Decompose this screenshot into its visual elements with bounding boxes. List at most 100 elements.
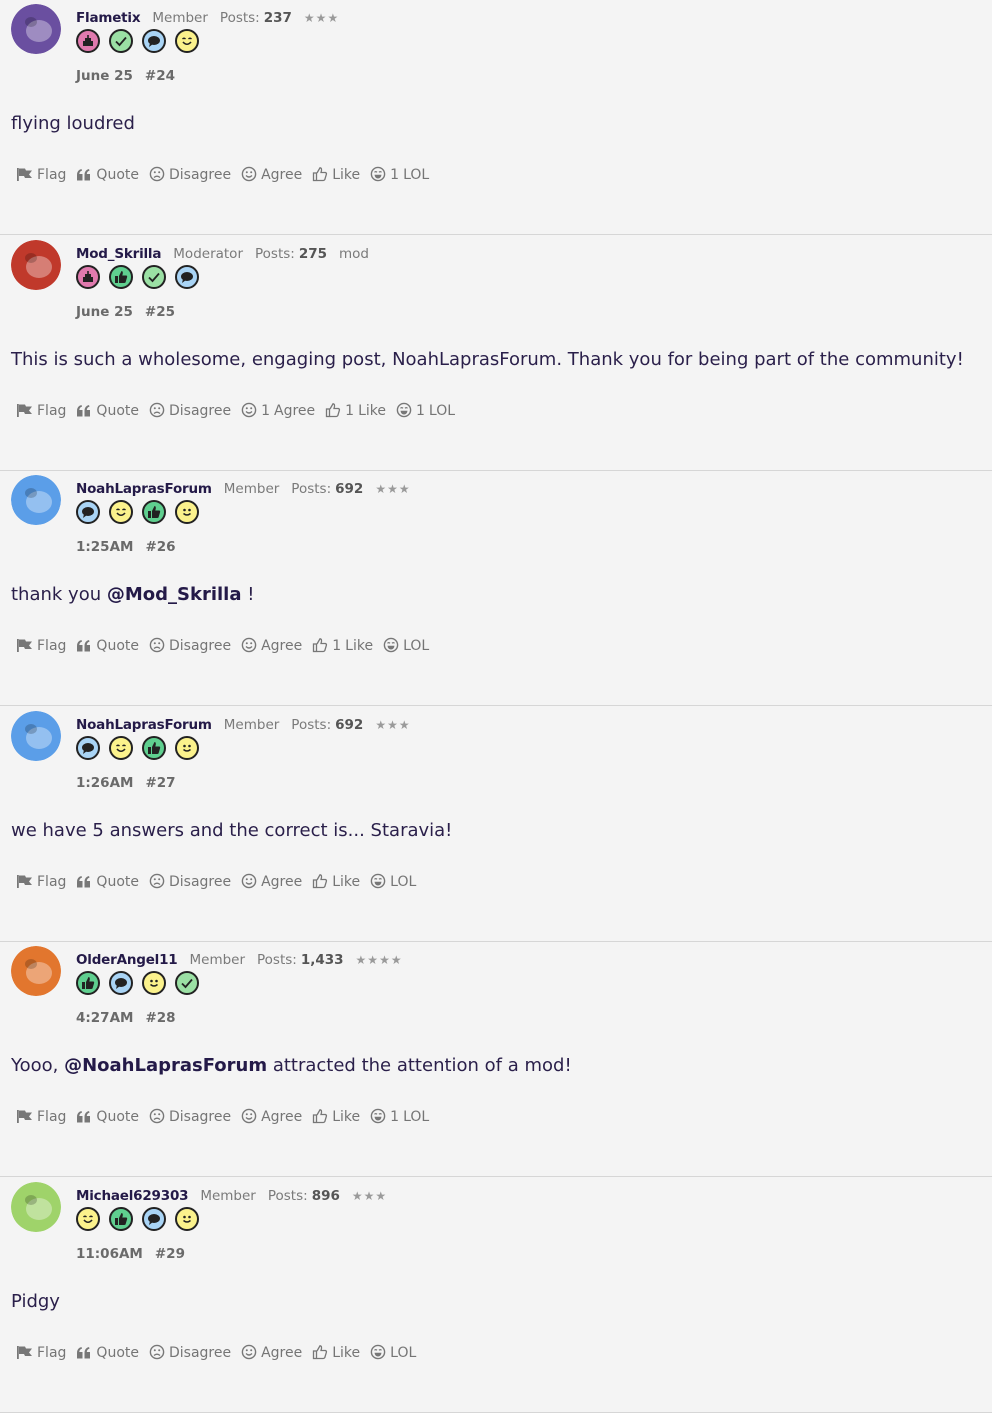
username-link[interactable]: NoahLaprasForum xyxy=(76,717,212,733)
user-role: Member xyxy=(223,481,280,497)
cake-badge-icon[interactable] xyxy=(76,265,100,289)
flag-button[interactable]: Flag xyxy=(16,403,66,422)
user-mention-link[interactable]: @NoahLaprasForum xyxy=(64,1055,267,1076)
smile-badge-icon[interactable] xyxy=(175,736,199,760)
username-link[interactable]: NoahLaprasForum xyxy=(76,481,212,497)
flag-icon xyxy=(16,874,33,893)
agree-button[interactable]: Agree xyxy=(241,1108,302,1128)
wink-badge-icon[interactable] xyxy=(175,29,199,53)
chat-badge-icon[interactable] xyxy=(76,500,100,524)
chat-badge-icon[interactable] xyxy=(109,971,133,995)
disagree-button[interactable]: Disagree xyxy=(149,402,231,422)
smile-badge-icon[interactable] xyxy=(142,971,166,995)
lol-button[interactable]: LOL xyxy=(383,637,429,657)
post-date[interactable]: 1:26AM xyxy=(76,775,133,791)
smile-badge-icon[interactable] xyxy=(175,1207,199,1231)
user-avatar[interactable] xyxy=(11,946,61,996)
post-number[interactable]: #24 xyxy=(145,68,175,84)
post-text: Pidgy xyxy=(11,1291,60,1312)
post-count: Posts: 896 xyxy=(268,1188,340,1204)
user-mention-link[interactable]: @Mod_Skrilla xyxy=(107,584,242,605)
disagree-button[interactable]: Disagree xyxy=(149,1344,231,1364)
post-date[interactable]: 11:06AM xyxy=(76,1246,143,1262)
like-button[interactable]: Like xyxy=(312,1344,360,1364)
disagree-button[interactable]: Disagree xyxy=(149,166,231,186)
lol-button[interactable]: 1 LOL xyxy=(370,1108,429,1128)
user-avatar[interactable] xyxy=(11,4,61,54)
flag-button[interactable]: Flag xyxy=(16,1345,66,1364)
post-count-label: Posts: xyxy=(257,952,297,968)
lol-button[interactable]: 1 LOL xyxy=(370,166,429,186)
flag-button[interactable]: Flag xyxy=(16,638,66,657)
post-count-value: 275 xyxy=(298,246,328,262)
post-number[interactable]: #25 xyxy=(145,304,175,320)
thumb-badge-icon[interactable] xyxy=(76,971,100,995)
post-number[interactable]: #28 xyxy=(145,1010,175,1026)
username-link[interactable]: OlderAngel11 xyxy=(76,952,178,968)
username-link[interactable]: Flametix xyxy=(76,10,141,26)
chat-badge-icon[interactable] xyxy=(142,29,166,53)
quote-button[interactable]: Quote xyxy=(76,167,139,186)
quote-button[interactable]: Quote xyxy=(76,874,139,893)
username-link[interactable]: Mod_Skrilla xyxy=(76,246,161,262)
post-number[interactable]: #26 xyxy=(145,539,175,555)
quote-button[interactable]: Quote xyxy=(76,403,139,422)
user-avatar[interactable] xyxy=(11,711,61,761)
post-date[interactable]: June 25 xyxy=(76,68,133,84)
check-badge-icon[interactable] xyxy=(142,265,166,289)
disagree-button[interactable]: Disagree xyxy=(149,873,231,893)
disagree-label: Disagree xyxy=(168,874,232,890)
agree-button[interactable]: Agree xyxy=(241,1344,302,1364)
agree-label: Agree xyxy=(261,167,303,183)
thumb-badge-icon[interactable] xyxy=(142,736,166,760)
disagree-label: Disagree xyxy=(168,1109,232,1125)
quote-icon xyxy=(76,1110,92,1128)
check-badge-icon[interactable] xyxy=(175,971,199,995)
wink-badge-icon[interactable] xyxy=(109,736,133,760)
quote-button[interactable]: Quote xyxy=(76,1109,139,1128)
post-date[interactable]: June 25 xyxy=(76,304,133,320)
post-date[interactable]: 4:27AM xyxy=(76,1010,133,1026)
flag-button[interactable]: Flag xyxy=(16,874,66,893)
smile-badge-icon[interactable] xyxy=(175,500,199,524)
lol-button[interactable]: LOL xyxy=(370,873,416,893)
agree-button[interactable]: Agree xyxy=(241,166,302,186)
disagree-button[interactable]: Disagree xyxy=(149,1108,231,1128)
like-button[interactable]: Like xyxy=(312,1108,360,1128)
user-avatar[interactable] xyxy=(11,1182,61,1232)
like-button[interactable]: 1 Like xyxy=(325,402,386,422)
agree-button[interactable]: 1 Agree xyxy=(241,402,315,422)
thumb-badge-icon[interactable] xyxy=(109,265,133,289)
post-date[interactable]: 1:25AM xyxy=(76,539,133,555)
chat-badge-icon[interactable] xyxy=(175,265,199,289)
flag-button[interactable]: Flag xyxy=(16,167,66,186)
cake-badge-icon[interactable] xyxy=(76,29,100,53)
lol-button[interactable]: 1 LOL xyxy=(396,402,455,422)
quote-button[interactable]: Quote xyxy=(76,1345,139,1364)
chat-badge-icon[interactable] xyxy=(76,736,100,760)
chat-badge-icon[interactable] xyxy=(142,1207,166,1231)
quote-button[interactable]: Quote xyxy=(76,638,139,657)
username-link[interactable]: Michael629303 xyxy=(76,1188,189,1204)
lol-count: 1 xyxy=(390,167,400,183)
agree-button[interactable]: Agree xyxy=(241,873,302,893)
agree-button[interactable]: Agree xyxy=(241,637,302,657)
user-avatar[interactable] xyxy=(11,240,61,290)
user-avatar[interactable] xyxy=(11,475,61,525)
disagree-button[interactable]: Disagree xyxy=(149,637,231,657)
post-number[interactable]: #29 xyxy=(155,1246,185,1262)
flag-button[interactable]: Flag xyxy=(16,1109,66,1128)
lol-button[interactable]: LOL xyxy=(370,1344,416,1364)
thumb-badge-icon[interactable] xyxy=(142,500,166,524)
post-timestamp: 4:27AM #28 xyxy=(76,1010,188,1026)
like-button[interactable]: 1 Like xyxy=(312,637,373,657)
post-actions: Flag Quote Disagree Agree Like 1 LOL xyxy=(16,1108,439,1128)
post-number[interactable]: #27 xyxy=(145,775,175,791)
thumb-badge-icon[interactable] xyxy=(109,1207,133,1231)
check-badge-icon[interactable] xyxy=(109,29,133,53)
like-button[interactable]: Like xyxy=(312,166,360,186)
wink-badge-icon[interactable] xyxy=(109,500,133,524)
wink-badge-icon[interactable] xyxy=(76,1207,100,1231)
like-button[interactable]: Like xyxy=(312,873,360,893)
post-count-label: Posts: xyxy=(291,481,332,497)
